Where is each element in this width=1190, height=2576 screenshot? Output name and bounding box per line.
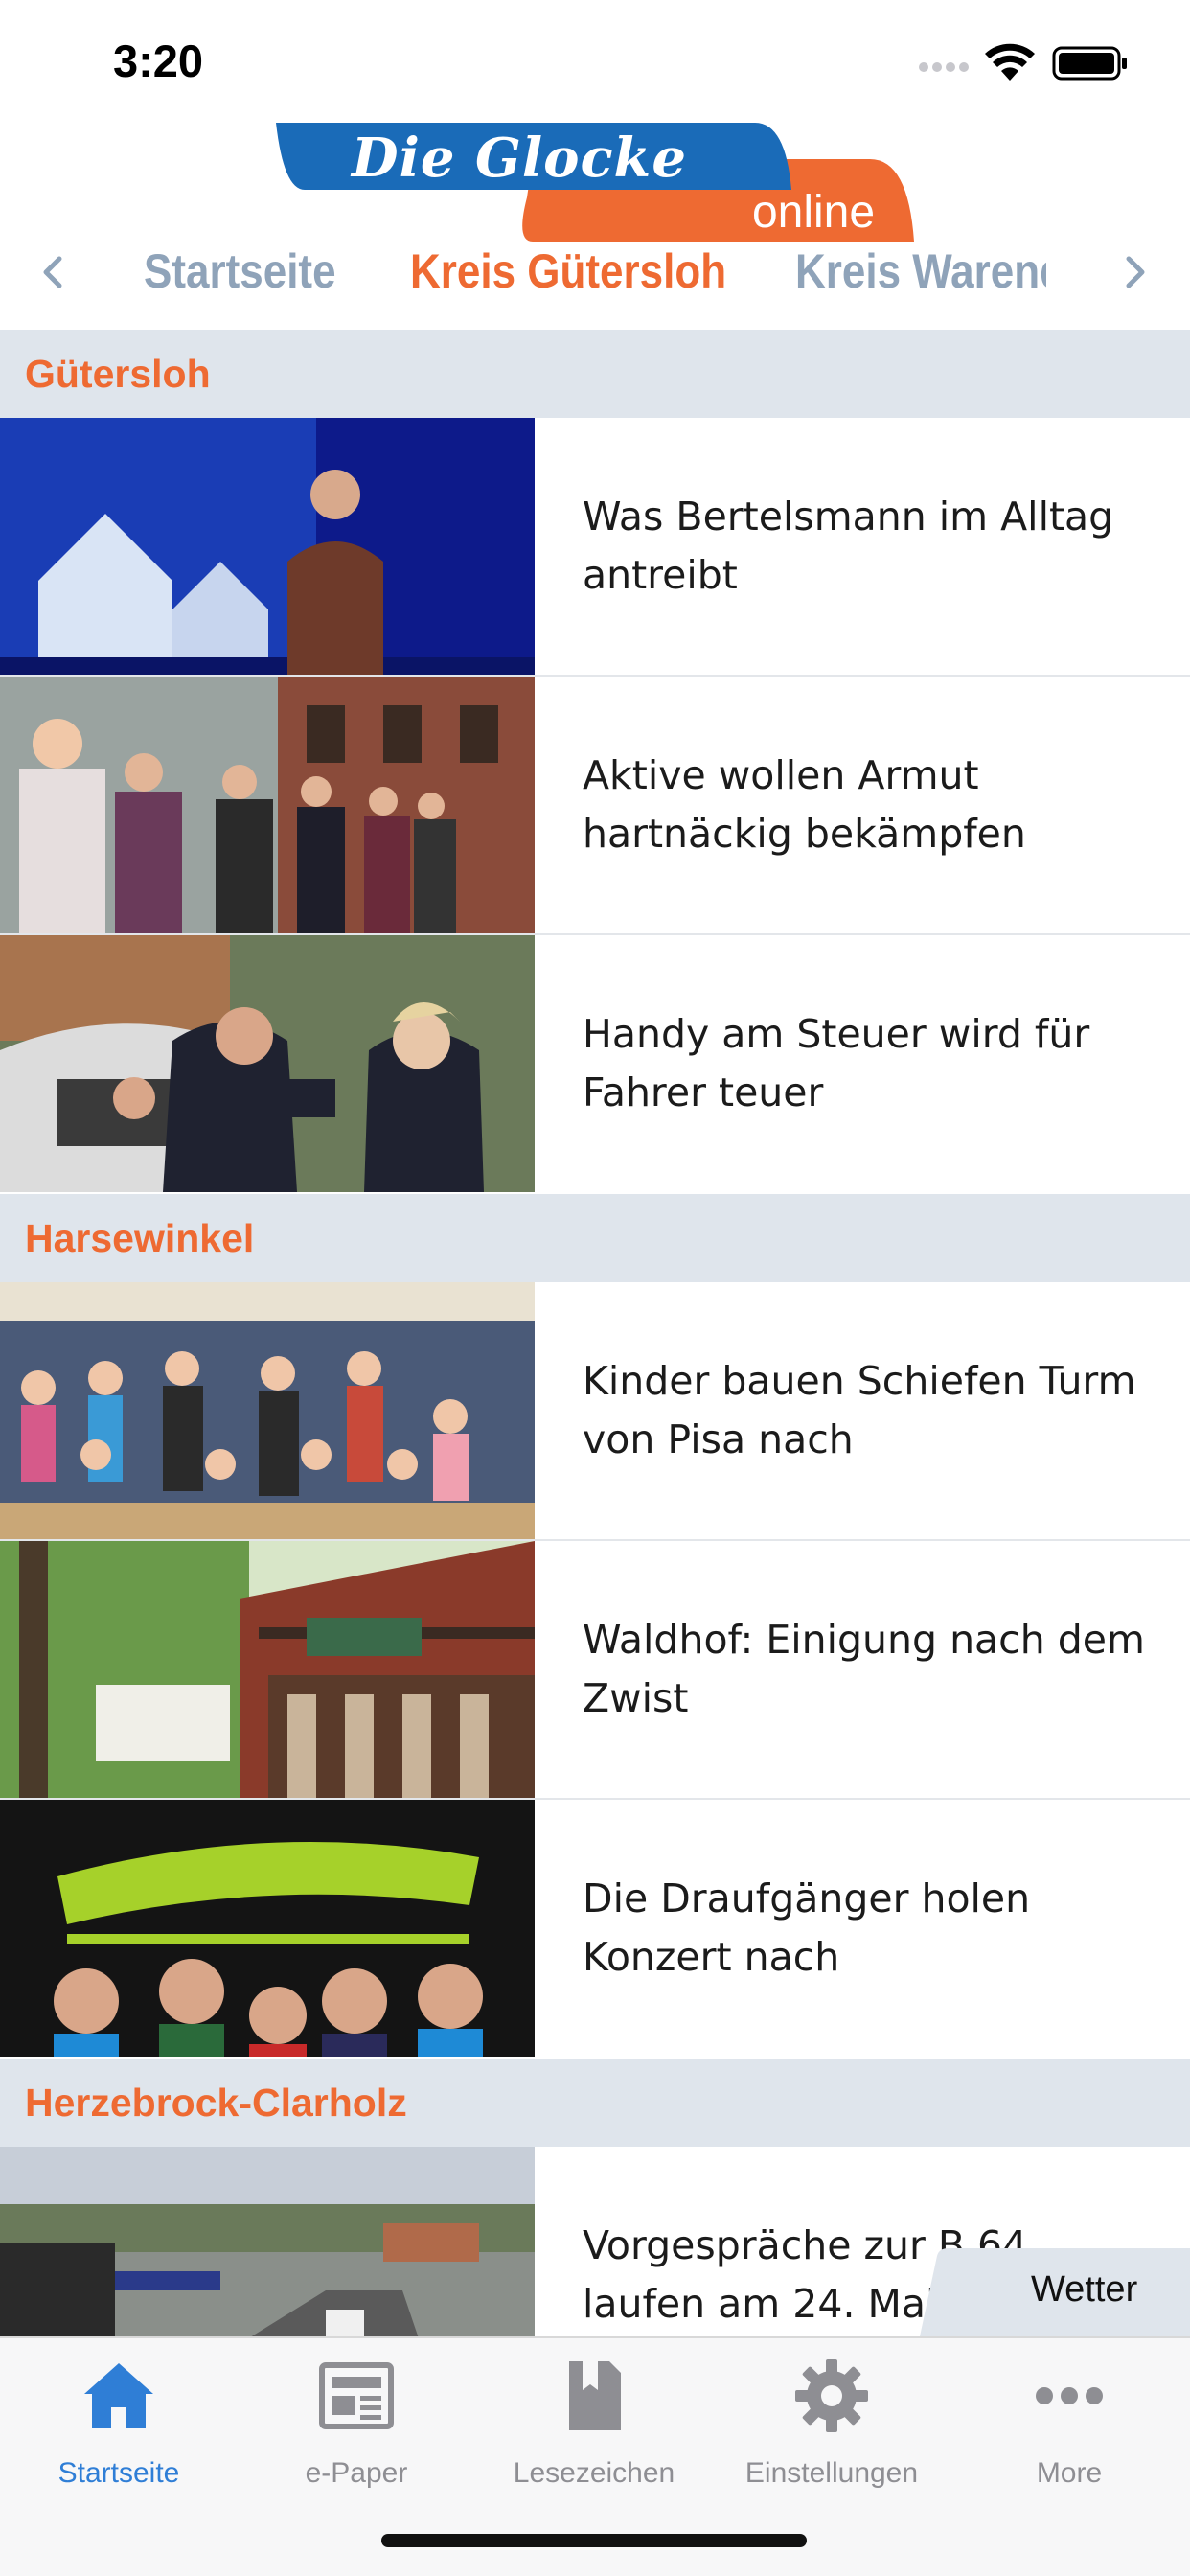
article-title: Kinder bauen Schiefen Turm von Pisa nach: [583, 1358, 1136, 1462]
article-title: Was Bertelsmann im Alltag antreibt: [583, 494, 1114, 598]
category-tabs: Startseite Kreis Gütersloh Kreis Warend: [125, 226, 1046, 332]
chevron-right-icon[interactable]: [1111, 243, 1159, 301]
news-list: Gütersloh Was Bertelsmann im Alltag antr…: [0, 330, 1190, 2405]
tab-label: e-Paper: [305, 2457, 408, 2489]
newspaper-icon: [319, 2362, 394, 2429]
article-item[interactable]: Waldhof: Einigung nach dem Zwist: [0, 1541, 1190, 1800]
article-image: [0, 935, 535, 1192]
tab-label: Startseite: [57, 2457, 180, 2489]
tab-e-paper[interactable]: e-Paper: [238, 2338, 475, 2492]
article-item[interactable]: Aktive wollen Armut hartnäckig bekämpfen: [0, 677, 1190, 935]
wifi-icon: [985, 43, 1035, 80]
gear-icon: [795, 2359, 868, 2432]
category-nav: Startseite Kreis Gütersloh Kreis Warend: [0, 226, 1190, 332]
house-icon: [84, 2363, 153, 2428]
bookmark-icon: [569, 2361, 621, 2430]
article-item[interactable]: Was Bertelsmann im Alltag antreibt: [0, 418, 1190, 677]
article-image: [0, 418, 535, 675]
article-image: [0, 677, 535, 933]
article-image: [0, 1282, 535, 1539]
weather-label: Wetter: [1031, 2269, 1138, 2310]
article-title: Aktive wollen Armut hartnäckig bekämpfen: [583, 752, 1026, 857]
tab-label: More: [1036, 2457, 1103, 2489]
article-image: [0, 1800, 535, 2057]
section-header-harsewinkel: Harsewinkel: [0, 1194, 1190, 1282]
tab-label: Lesezeichen: [513, 2457, 675, 2489]
tab-kreis-warendorf[interactable]: Kreis Warend: [795, 243, 1046, 299]
more-icon: [1036, 2387, 1103, 2404]
section-header-guetersloh: Gütersloh: [0, 330, 1190, 418]
article-item[interactable]: Die Draufgänger holen Konzert nach: [0, 1800, 1190, 2058]
tab-startseite-home[interactable]: Startseite: [0, 2338, 238, 2492]
article-item[interactable]: Handy am Steuer wird für Fahrer teuer: [0, 935, 1190, 1194]
logo-title: Die Glocke: [352, 126, 687, 190]
section-header-herzebrock-clarholz: Herzebrock-Clarholz: [0, 2058, 1190, 2147]
tab-einstellungen[interactable]: Einstellungen: [713, 2338, 950, 2492]
home-indicator: [381, 2534, 807, 2547]
tab-label: Einstellungen: [744, 2457, 919, 2489]
article-item[interactable]: Kinder bauen Schiefen Turm von Pisa nach: [0, 1282, 1190, 1541]
battery-icon: [1052, 46, 1127, 80]
article-title: Handy am Steuer wird für Fahrer teuer: [583, 1011, 1090, 1116]
status-time: 3:20: [113, 35, 204, 86]
article-title: Die Draufgänger holen Konzert nach: [583, 1875, 1031, 1980]
tab-more[interactable]: More: [950, 2338, 1188, 2492]
tab-lesezeichen[interactable]: Lesezeichen: [475, 2338, 713, 2492]
app-logo: Die Glocke online: [276, 123, 914, 242]
article-title: Waldhof: Einigung nach dem Zwist: [583, 1617, 1145, 1721]
weather-tab[interactable]: Wetter: [920, 2248, 1190, 2336]
article-image: [0, 1541, 535, 1798]
chevron-left-icon[interactable]: [29, 243, 77, 301]
cellular-signal-icon: [919, 62, 969, 72]
tab-kreis-guetersloh[interactable]: Kreis Gütersloh: [410, 243, 726, 299]
app-screen: 3:20 Die Glocke online Startseite Kreis …: [0, 0, 1190, 2576]
status-bar: 3:20: [0, 0, 1190, 125]
tab-startseite[interactable]: Startseite: [144, 243, 336, 299]
